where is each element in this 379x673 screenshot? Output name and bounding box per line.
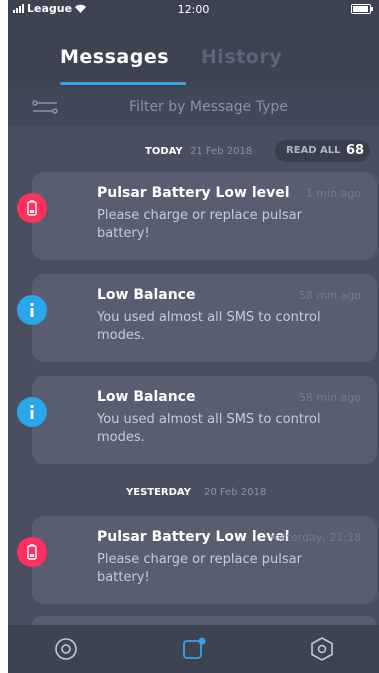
read-all-button[interactable]: READ ALL 68: [275, 140, 370, 162]
tab-messages[interactable]: Messages: [60, 46, 169, 68]
messages-icon[interactable]: [180, 635, 208, 663]
message-body-line: You used almost all SMS to control: [97, 412, 321, 427]
message-card[interactable]: Pulsar Battery Low level Yesterday, 21:1…: [32, 516, 377, 604]
message-body-line: battery!: [97, 570, 150, 585]
message-body: You used almost all SMS to control modes…: [97, 309, 337, 345]
filter-label: Filter by Message Type: [129, 99, 288, 115]
message-time: Yesterday, 21:18: [268, 531, 361, 544]
message-title: Pulsar Battery Low level: [97, 185, 290, 201]
section-label: YESTERDAY: [126, 487, 191, 498]
battery-icon: [17, 193, 47, 223]
message-title: Low Balance: [97, 389, 196, 405]
hexagon-settings-icon[interactable]: [308, 635, 336, 663]
tab-history[interactable]: History: [201, 46, 282, 68]
section-date: 20 Feb 2018: [204, 487, 267, 498]
app-screen: League 12:00 Messages History Filter by …: [8, 0, 379, 673]
message-title: Low Balance: [97, 287, 196, 303]
message-card[interactable]: Low Balance 58 min ago You used almost a…: [32, 376, 377, 464]
unread-count: 68: [346, 143, 365, 158]
message-title: Pulsar Battery Low level: [97, 529, 290, 545]
message-body-line: Please charge or replace pulsar: [97, 208, 302, 223]
tab-bar: Messages History: [8, 18, 379, 87]
bottom-nav: [8, 625, 379, 673]
battery-icon: [17, 537, 47, 567]
message-time: 58 min ago: [298, 289, 361, 302]
message-body: Please charge or replace pulsar battery!: [97, 207, 337, 243]
message-time: 58 min ago: [298, 391, 361, 404]
message-body: You used almost all SMS to control modes…: [97, 411, 337, 447]
info-icon: [17, 295, 47, 325]
filter-bar[interactable]: Filter by Message Type: [8, 87, 379, 127]
message-body-line: You used almost all SMS to control: [97, 310, 321, 325]
message-body-line: modes.: [97, 430, 145, 445]
message-card[interactable]: Low Balance 58 min ago You used almost a…: [32, 274, 377, 362]
clock: 12:00: [177, 3, 210, 16]
active-tab-indicator: [60, 82, 186, 85]
message-body: Please charge or replace pulsar battery!: [97, 551, 337, 587]
message-body-line: battery!: [97, 226, 150, 241]
read-all-label: READ ALL: [286, 145, 341, 156]
message-body-line: Please charge or replace pulsar: [97, 552, 302, 567]
message-body-line: modes.: [97, 328, 145, 343]
target-icon[interactable]: [52, 635, 80, 663]
battery-icon: [351, 4, 373, 14]
status-bar: League 12:00: [8, 0, 379, 18]
section-date: 21 Feb 2018: [190, 146, 253, 157]
info-icon: [17, 397, 47, 427]
message-card[interactable]: Pulsar Battery Low level 1 min ago Pleas…: [32, 172, 377, 260]
message-time: 1 min ago: [305, 187, 361, 200]
section-label: TODAY: [145, 146, 183, 157]
